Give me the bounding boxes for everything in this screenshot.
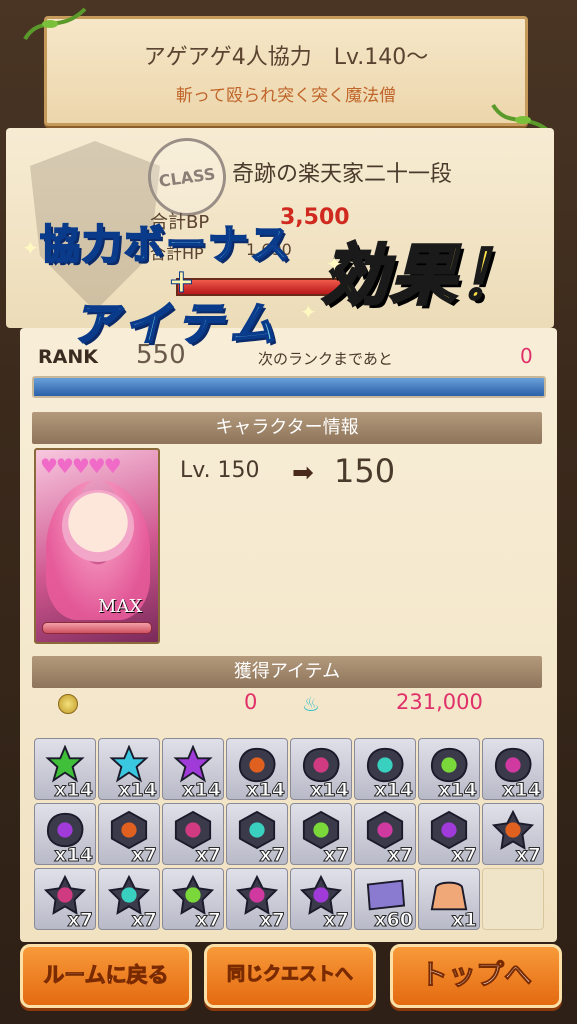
sparkle-icon: ✦ xyxy=(300,300,317,324)
item-quantity: x7 xyxy=(195,909,222,932)
level-from: Lv. 150 xyxy=(180,458,260,483)
max-label: MAX xyxy=(98,596,143,617)
level-to: 150 xyxy=(334,452,396,490)
item-quantity: x14 xyxy=(310,779,350,802)
empty-item-slot xyxy=(482,868,544,930)
quest-title: アゲアゲ4人協力 Lv.140～ xyxy=(143,45,429,70)
bonus-banner-line1: 協力ボーナス xyxy=(39,221,292,269)
item-slot[interactable]: x7 xyxy=(290,803,352,867)
item-slot[interactable]: x7 xyxy=(226,803,288,867)
soul-icon: ♨ xyxy=(302,692,320,716)
item-slot[interactable]: x14 xyxy=(482,738,544,802)
item-slot[interactable]: x7 xyxy=(98,868,160,932)
item-slot[interactable]: x7 xyxy=(482,803,544,867)
item-slot[interactable]: x7 xyxy=(34,868,96,932)
quest-subtitle: 斬って殴られ突く突く魔法僧 xyxy=(175,86,397,106)
item-slot[interactable]: x7 xyxy=(162,803,224,867)
item-slot[interactable]: x7 xyxy=(226,868,288,932)
next-rank-value: 0 xyxy=(520,344,533,368)
item-slot[interactable]: x14 xyxy=(418,738,480,802)
item-slot[interactable]: x7 xyxy=(290,868,352,932)
item-slot[interactable]: x14 xyxy=(290,738,352,802)
item-slot[interactable]: x7 xyxy=(354,803,416,867)
item-slot[interactable]: x60 xyxy=(354,868,416,932)
sparkle-icon: ✦ xyxy=(22,236,39,260)
heart-rank-icons: ♥♥♥♥♥ xyxy=(40,454,122,478)
quest-title-scroll: アゲアゲ4人協力 Lv.140～ 斬って殴られ突く突く魔法僧 xyxy=(44,16,528,126)
item-slot[interactable]: x1 xyxy=(418,868,480,932)
item-quantity: x7 xyxy=(323,844,350,867)
item-quantity: x7 xyxy=(131,909,158,932)
top-button[interactable]: トップへ xyxy=(390,944,562,1008)
character-portrait xyxy=(62,490,134,562)
item-quantity: x14 xyxy=(246,779,286,802)
item-quantity: x14 xyxy=(438,779,478,802)
item-quantity: x14 xyxy=(374,779,414,802)
item-slot[interactable]: x14 xyxy=(226,738,288,802)
arrow-right-icon: ➡ xyxy=(292,458,314,488)
class-name: 奇跡の楽天家二十一段 xyxy=(232,162,453,187)
character-info-header: キャラクター情報 xyxy=(32,412,542,444)
same-quest-button[interactable]: 同じクエストへ xyxy=(204,944,376,1008)
item-slot[interactable]: x14 xyxy=(34,803,96,867)
rank-progress-bar xyxy=(32,376,546,398)
item-quantity: x7 xyxy=(67,909,94,932)
item-quantity: x14 xyxy=(502,779,542,802)
item-quantity: x7 xyxy=(323,909,350,932)
item-slot[interactable]: x14 xyxy=(162,738,224,802)
vine-decoration-icon xyxy=(23,7,87,41)
item-quantity: x7 xyxy=(195,844,222,867)
coin-icon xyxy=(58,694,78,714)
item-slot[interactable]: x14 xyxy=(34,738,96,802)
item-slot[interactable]: x14 xyxy=(98,738,160,802)
rank-value: 550 xyxy=(136,340,186,370)
item-quantity: x14 xyxy=(54,779,94,802)
return-room-button[interactable]: ルームに戻る xyxy=(20,944,192,1008)
item-quantity: x7 xyxy=(387,844,414,867)
item-slot[interactable]: x7 xyxy=(418,803,480,867)
item-slot[interactable]: x7 xyxy=(98,803,160,867)
effect-banner: 効果！ xyxy=(321,236,526,316)
item-quantity: x7 xyxy=(259,844,286,867)
item-slot[interactable]: x7 xyxy=(162,868,224,932)
next-rank-label: 次のランクまであと xyxy=(258,350,393,368)
sparkle-icon: ✦ xyxy=(326,252,343,276)
item-quantity: x14 xyxy=(118,779,158,802)
item-quantity: x14 xyxy=(182,779,222,802)
item-quantity: x60 xyxy=(374,909,414,932)
item-quantity: x7 xyxy=(131,844,158,867)
character-exp-bar xyxy=(42,622,152,634)
item-quantity: x7 xyxy=(451,844,478,867)
rank-label: RANK xyxy=(38,346,98,368)
soul-value: 231,000 xyxy=(396,690,483,714)
item-quantity: x7 xyxy=(259,909,286,932)
item-quantity: x14 xyxy=(54,844,94,867)
character-card[interactable]: ♥♥♥♥♥ MAX xyxy=(34,448,160,644)
item-quantity: x1 xyxy=(451,909,478,932)
item-slot[interactable]: x14 xyxy=(354,738,416,802)
coin-value: 0 xyxy=(244,690,258,714)
items-header: 獲得アイテム xyxy=(32,656,542,688)
item-quantity: x7 xyxy=(515,844,542,867)
